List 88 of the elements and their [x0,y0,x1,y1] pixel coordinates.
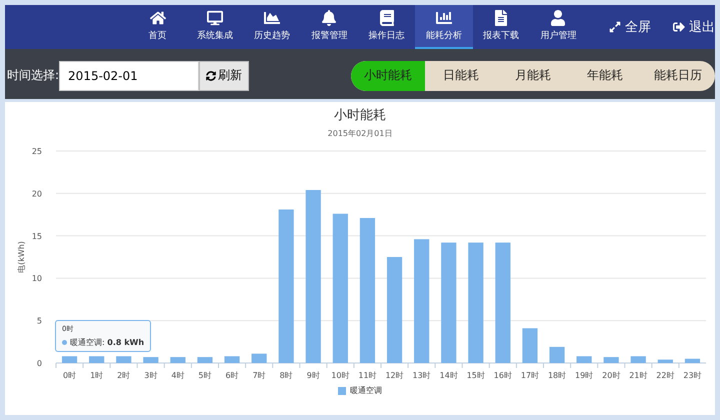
x-tick-label: 20时 [602,371,620,380]
tooltip-text: 暖通空调: 0.8 kWh [70,337,144,348]
bar [658,360,673,363]
x-tick-label: 11时 [358,371,377,380]
bar [116,356,132,363]
nav-label: 能耗分析 [426,30,462,42]
bar [252,354,267,363]
y-tick-label: 20 [32,189,42,198]
chart-subtitle: 2015年02月01日 [328,128,392,139]
nav-item[interactable]: 报警管理 [300,5,358,49]
nav-label: 首页 [148,30,167,42]
nav-item[interactable]: 系统集成 [186,5,244,49]
x-tick-label: 12时 [385,371,404,380]
x-tick-label: 13时 [412,371,431,380]
nav-item[interactable]: 首页 [129,5,186,49]
x-tick-label: 3时 [144,371,158,380]
chart-title: 小时能耗 [334,107,386,124]
area-chart-icon [264,10,280,26]
action-link[interactable]: 全屏 [625,18,651,36]
bar [143,357,158,363]
book-icon [378,10,395,26]
nav-item[interactable]: 操作日志 [358,5,416,49]
date-field[interactable]: 2015-02-01 [59,60,200,90]
bar [197,357,213,363]
y-tick-label: 0 [36,359,42,368]
nav-label: 历史趋势 [254,30,290,42]
x-tick-label: 23时 [683,371,702,380]
y-tick-label: 10 [32,274,42,284]
period-tab[interactable]: 年能耗 [569,60,641,90]
bar [604,357,619,363]
date-label: 时间选择: [7,67,60,84]
x-tick-label: 14时 [440,371,458,380]
bell-icon [321,10,338,26]
bar [630,356,646,363]
y-axis-title: 电(kWh) [17,241,26,273]
nav-label: 报表下载 [483,30,520,42]
x-tick-label: 22时 [656,371,674,380]
nav-label: 系统集成 [196,30,233,42]
monitor-icon [206,10,223,26]
nav-item[interactable]: 报表下载 [472,5,530,49]
x-tick-label: 6时 [226,371,239,380]
period-tab[interactable]: 小时能耗 [351,60,425,90]
document-icon [493,10,510,26]
home-icon [150,10,166,26]
period-tab[interactable]: 能耗日历 [641,60,715,90]
bar-chart-icon [436,10,452,26]
period-tab[interactable]: 月能耗 [497,60,569,90]
bar [576,356,592,363]
x-tick-label: 15时 [466,371,485,380]
x-tick-label: 18时 [548,371,566,380]
y-tick-label: 5 [36,316,42,326]
bar [62,356,78,363]
expand-icon[interactable] [609,21,621,33]
bar [549,346,565,363]
x-tick-label: 19时 [575,371,594,380]
x-tick-label: 17时 [520,371,540,380]
x-tick-label: 5时 [198,371,212,380]
bar [170,357,186,363]
nav-label: 操作日志 [368,30,405,42]
refresh-icon [206,70,216,80]
bar [224,356,240,363]
x-tick-label: 10时 [331,371,350,380]
user-icon [550,10,566,26]
x-tick-label: 9时 [306,371,320,380]
refresh-button[interactable]: 刷新 [199,60,250,90]
x-tick-label: 1时 [90,371,104,380]
legend-label[interactable]: 暖通空调 [350,385,382,396]
bar [89,356,104,363]
nav-label: 用户管理 [540,30,576,42]
series-dot [62,340,67,345]
x-tick-label: 7时 [252,371,266,380]
y-tick-label: 15 [32,232,42,241]
x-tick-label: 21时 [629,371,648,380]
x-tick-label: 16时 [494,371,512,380]
x-tick-label: 0时 [63,371,76,380]
x-tick-label: 8时 [280,371,293,380]
bar [684,358,700,363]
nav-item[interactable]: 用户管理 [530,5,587,49]
bar [522,328,538,363]
logout-icon[interactable] [673,21,685,33]
action-link[interactable]: 退出 [689,18,715,36]
x-tick-label: 4时 [171,371,184,380]
nav-item[interactable]: 能耗分析 [415,5,472,49]
nav-label: 报警管理 [311,30,348,42]
y-tick-label: 25 [32,147,42,156]
period-tab[interactable]: 日能耗 [425,60,497,90]
x-tick-label: 2时 [117,371,130,380]
nav-item[interactable]: 历史趋势 [244,5,301,49]
